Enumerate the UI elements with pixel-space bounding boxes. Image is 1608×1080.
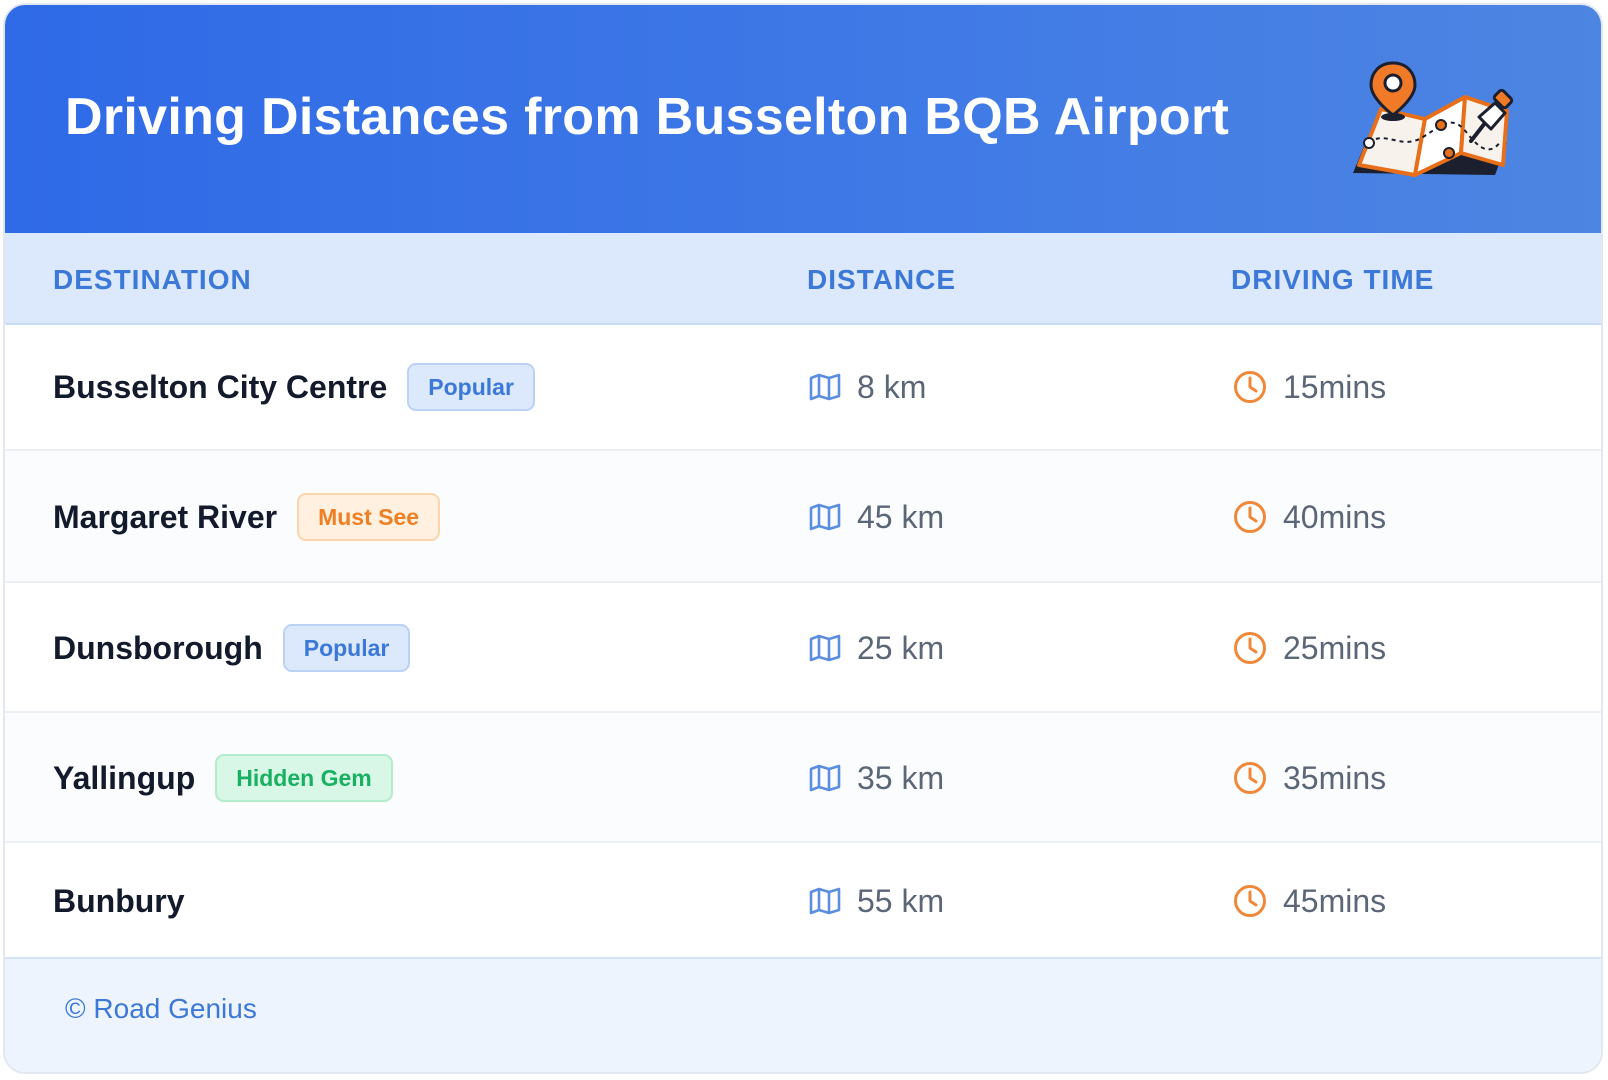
destination-name: Dunsborough (53, 629, 263, 666)
driving-time-cell: 40mins (1233, 497, 1386, 537)
driving-time-cell: 25mins (1233, 628, 1386, 668)
footer: © Road Genius (5, 957, 1601, 1072)
table-header-row: DESTINATION DISTANCE DRIVING TIME (5, 233, 1601, 325)
destination-cell: Dunsborough Popular (53, 624, 411, 672)
column-header-destination: DESTINATION (53, 264, 252, 295)
clock-icon (1234, 371, 1266, 403)
map-icon (809, 634, 841, 662)
destination-badge: Hidden Gem (215, 754, 393, 802)
map-icon (809, 764, 841, 792)
distance-value: 55 km (857, 882, 945, 919)
table-row: Bunbury 55 km 45mins (5, 843, 1601, 959)
destination-cell: Yallingup Hidden Gem (53, 754, 393, 802)
distance-value: 35 km (857, 759, 945, 796)
destination-name: Busselton City Centre (53, 368, 388, 405)
clock-icon (1234, 762, 1266, 794)
distance-table-card: Driving Distances from Busselton BQB Air… (3, 3, 1603, 1074)
folded-map-with-location-pin-icon (1353, 61, 1514, 177)
distance-value: 25 km (857, 629, 945, 666)
distance-cell: 25 km (809, 628, 944, 668)
driving-time-cell: 15mins (1233, 367, 1386, 407)
driving-time-value: 25mins (1283, 629, 1387, 666)
destination-badge: Popular (407, 363, 535, 411)
table-row: Margaret River Must See 45 km 40mins (5, 451, 1601, 583)
driving-time-value: 35mins (1283, 759, 1387, 796)
driving-time-cell: 45mins (1233, 881, 1386, 921)
map-icon (809, 373, 841, 401)
clock-icon (1234, 632, 1266, 664)
map-icon (809, 887, 841, 915)
table-row: Yallingup Hidden Gem 35 km 35mins (5, 713, 1601, 843)
distance-value: 45 km (857, 498, 945, 535)
driving-time-value: 15mins (1283, 368, 1387, 405)
map-icon (809, 503, 841, 531)
driving-time-cell: 35mins (1233, 758, 1386, 798)
destination-badge: Popular (282, 624, 411, 672)
column-header-driving-time: DRIVING TIME (1231, 264, 1435, 295)
distance-cell: 45 km (809, 497, 944, 537)
destination-name: Yallingup (53, 759, 196, 796)
distance-cell: 8 km (809, 367, 926, 407)
destination-cell: Bunbury (53, 877, 185, 925)
column-header-distance: DISTANCE (807, 264, 957, 295)
distance-cell: 35 km (809, 758, 944, 798)
header-banner: Driving Distances from Busselton BQB Air… (5, 5, 1601, 233)
driving-time-value: 45mins (1283, 882, 1387, 919)
page-title: Driving Distances from Busselton BQB Air… (65, 88, 1230, 146)
table-row: Dunsborough Popular 25 km 25mins (5, 583, 1601, 713)
destination-name: Margaret River (53, 498, 278, 535)
distance-cell: 55 km (809, 881, 944, 921)
destination-name: Bunbury (53, 882, 185, 919)
clock-icon (1234, 885, 1266, 917)
distance-value: 8 km (857, 368, 927, 405)
driving-time-value: 40mins (1283, 498, 1387, 535)
destination-cell: Margaret River Must See (53, 493, 441, 541)
destination-badge: Must See (297, 493, 441, 541)
clock-icon (1234, 501, 1266, 533)
copyright-text: © Road Genius (65, 993, 257, 1024)
destination-cell: Busselton City Centre Popular (53, 363, 535, 411)
table-row: Busselton City Centre Popular 8 km 15mins (5, 323, 1601, 451)
